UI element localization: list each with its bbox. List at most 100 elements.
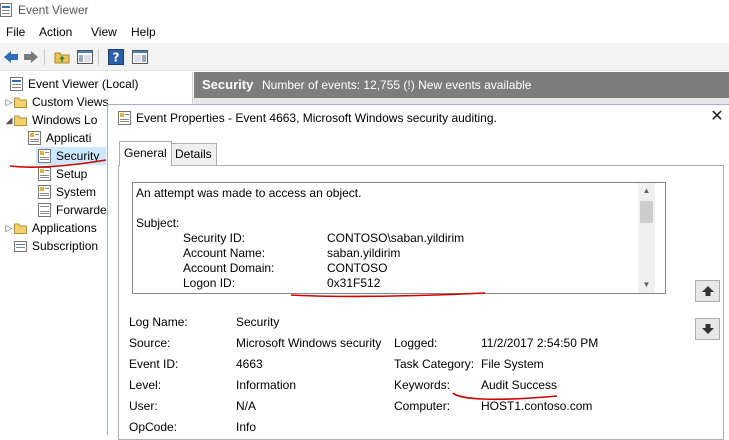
keywords-label: Keywords: bbox=[394, 378, 451, 392]
tree-item-root[interactable]: Event Viewer (Local) bbox=[0, 75, 139, 93]
tree-label: System bbox=[56, 185, 97, 199]
source-label: Source: bbox=[129, 336, 171, 350]
log-title: Security bbox=[202, 77, 254, 92]
task-category-label: Task Category: bbox=[394, 357, 475, 371]
event-description[interactable]: An attempt was made to access an object.… bbox=[132, 182, 666, 294]
level-value: Information bbox=[236, 378, 297, 392]
event-id-label: Event ID: bbox=[129, 357, 179, 371]
scroll-thumb[interactable] bbox=[640, 201, 653, 223]
folder-icon bbox=[14, 115, 27, 126]
toolbar: ? bbox=[0, 43, 729, 71]
event-properties-dialog: Event Properties - Event 4663, Microsoft… bbox=[107, 104, 729, 440]
account-domain-label: Account Domain: bbox=[183, 261, 275, 275]
general-tab-panel: An attempt was made to access an object.… bbox=[118, 165, 724, 440]
event-viewer-icon bbox=[10, 77, 23, 91]
scroll-up-icon[interactable]: ▲ bbox=[638, 183, 655, 199]
menu-view[interactable]: View bbox=[91, 25, 117, 39]
up-folder-button[interactable] bbox=[52, 48, 72, 66]
security-id-label: Security ID: bbox=[183, 231, 246, 245]
close-button[interactable]: ✕ bbox=[708, 108, 726, 126]
forward-button[interactable] bbox=[21, 48, 41, 66]
source-value: Microsoft Windows security bbox=[236, 336, 382, 350]
toolbar-separator bbox=[44, 49, 45, 65]
help-icon: ? bbox=[108, 49, 124, 65]
menu-help[interactable]: Help bbox=[131, 25, 156, 39]
security-id-value: CONTOSO\saban.yildirim bbox=[327, 231, 465, 245]
computer-label: Computer: bbox=[394, 399, 451, 413]
user-value: N/A bbox=[236, 399, 257, 413]
scroll-down-icon[interactable]: ▼ bbox=[638, 277, 655, 293]
user-label: User: bbox=[129, 399, 158, 413]
tree-label: Windows Lo bbox=[32, 113, 98, 127]
tree-label: Setup bbox=[56, 167, 88, 181]
show-action-pane-button[interactable] bbox=[130, 48, 150, 66]
tree-item-windows-logs[interactable]: ◢ Windows Lo bbox=[4, 111, 98, 129]
svg-text:?: ? bbox=[113, 51, 120, 65]
tree-item-system[interactable]: System bbox=[38, 183, 96, 201]
close-icon: ✕ bbox=[710, 108, 724, 125]
log-name-value: Security bbox=[236, 315, 280, 329]
back-button[interactable] bbox=[1, 48, 21, 66]
keywords-value: Audit Success bbox=[481, 378, 558, 392]
opcode-label: OpCode: bbox=[129, 420, 178, 434]
menu-file[interactable]: File bbox=[6, 25, 25, 39]
logon-id-value: 0x31F512 bbox=[327, 276, 381, 290]
logged-label: Logged: bbox=[394, 336, 438, 350]
menu-action[interactable]: Action bbox=[39, 25, 72, 39]
event-id-value: 4663 bbox=[236, 357, 263, 371]
dialog-title: Event Properties - Event 4663, Microsoft… bbox=[136, 111, 497, 125]
subscriptions-icon bbox=[14, 241, 27, 252]
show-hide-tree-button[interactable] bbox=[75, 48, 95, 66]
log-header: Security Number of events: 12,755 (!) Ne… bbox=[194, 72, 729, 98]
event-count: Number of events: 12,755 (!) New events … bbox=[262, 78, 532, 92]
next-event-button[interactable] bbox=[695, 318, 720, 340]
arrow-down-icon bbox=[701, 324, 714, 334]
console-tree-icon bbox=[77, 50, 93, 64]
chevron-down-icon[interactable]: ◢ bbox=[4, 115, 14, 126]
previous-event-button[interactable] bbox=[695, 280, 720, 302]
account-name-label: Account Name: bbox=[183, 246, 266, 260]
event-properties-icon bbox=[118, 111, 131, 125]
tree-label: Subscription bbox=[32, 239, 99, 253]
task-category-value: File System bbox=[481, 357, 544, 371]
tree-item-applications-services[interactable]: ▷ Applications bbox=[4, 219, 97, 237]
tree-item-application[interactable]: Applicati bbox=[28, 129, 91, 147]
tree-label: Event Viewer (Local) bbox=[28, 77, 139, 91]
tree-item-subscriptions[interactable]: Subscription bbox=[14, 237, 98, 255]
tree-label: Applicati bbox=[46, 131, 92, 145]
event-log-icon bbox=[38, 149, 51, 163]
forward-arrow-icon bbox=[24, 51, 38, 63]
tree-label: Forwarde bbox=[56, 203, 107, 217]
tab-general[interactable]: General bbox=[119, 141, 172, 166]
folder-icon bbox=[14, 97, 27, 108]
chevron-right-icon[interactable]: ▷ bbox=[4, 97, 14, 108]
tree-label: Security bbox=[56, 149, 100, 163]
logon-id-label: Logon ID: bbox=[183, 276, 236, 290]
help-button[interactable]: ? bbox=[106, 48, 126, 66]
tree-item-security[interactable]: Security bbox=[36, 147, 106, 165]
event-log-icon bbox=[28, 131, 41, 145]
log-name-label: Log Name: bbox=[129, 315, 188, 329]
level-label: Level: bbox=[129, 378, 162, 392]
chevron-right-icon[interactable]: ▷ bbox=[4, 223, 14, 234]
tab-details[interactable]: Details bbox=[170, 143, 217, 165]
menu-bar: File Action View Help bbox=[0, 22, 729, 42]
toolbar-separator bbox=[98, 49, 99, 65]
account-domain-value: CONTOSO bbox=[327, 261, 388, 275]
description-scrollbar[interactable]: ▲ ▼ bbox=[638, 183, 655, 293]
event-viewer-icon bbox=[0, 3, 12, 17]
subject-label: Subject: bbox=[136, 216, 180, 230]
arrow-up-icon bbox=[701, 286, 714, 296]
action-pane-icon bbox=[132, 50, 148, 64]
window-title: Event Viewer bbox=[18, 3, 89, 17]
description-intro: An attempt was made to access an object. bbox=[136, 186, 362, 200]
back-arrow-icon bbox=[4, 51, 18, 63]
tree-item-forwarded[interactable]: Forwarde bbox=[38, 201, 107, 219]
logged-value: 11/2/2017 2:54:50 PM bbox=[481, 336, 599, 350]
tree-item-setup[interactable]: Setup bbox=[38, 165, 87, 183]
folder-up-icon bbox=[54, 52, 70, 64]
folder-icon bbox=[14, 223, 27, 234]
tree-item-custom-views[interactable]: ▷ Custom Views bbox=[4, 93, 109, 111]
tree-label: Applications bbox=[32, 221, 97, 235]
account-name-value: saban.yildirim bbox=[327, 246, 401, 260]
